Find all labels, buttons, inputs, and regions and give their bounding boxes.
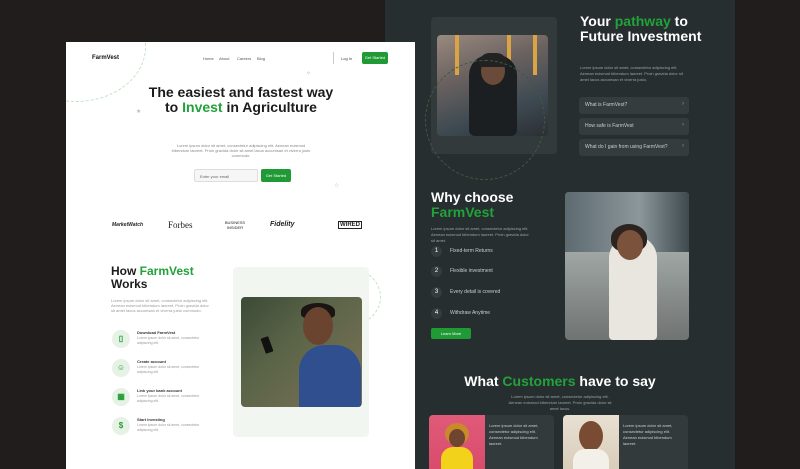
logo[interactable]: FarmVest (92, 55, 119, 61)
nav-about[interactable]: About (219, 56, 229, 61)
phone-icon: ▯ (112, 330, 130, 348)
faq-item[interactable]: What is FarmVest? › (579, 97, 689, 114)
testimonial-text: Lorem ipsum dolor sit amet, consectetur … (489, 423, 539, 446)
nav-blog[interactable]: Blog (257, 56, 265, 61)
email-input[interactable]: Enter your email (194, 169, 258, 182)
bank-icon: ▦ (112, 388, 130, 406)
step-desc: Lorem ipsum dolor sit amet, consectetur … (137, 336, 200, 345)
man-phone-photo (241, 297, 362, 407)
step-desc: Lorem ipsum dolor sit amet, consectetur … (137, 423, 200, 432)
customers-title: What Customers have to say (464, 373, 656, 389)
why-description: Lorem ipsum dolor sit amet, consectetur … (431, 226, 529, 243)
step-title: Link your bank account (137, 388, 182, 393)
step-title: Create account (137, 359, 166, 364)
nav-careers[interactable]: Careers (237, 56, 251, 61)
why-step: 4 Withdraw Anytime (431, 308, 490, 320)
decorative-circle (66, 42, 146, 102)
how-step: ▯ Download FarmVest Lorem ipsum dolor si… (112, 330, 252, 354)
hero-title: The easiest and fastest way to Invest in… (148, 84, 334, 115)
testimonial-text: Lorem ipsum dolor sit amet, consectetur … (623, 423, 673, 446)
how-description: Lorem ipsum dolor sit amet, consectetur … (111, 298, 209, 313)
nav-home[interactable]: Home (203, 56, 214, 61)
chevron-right-icon: › (682, 143, 684, 149)
testimonial-card: Lorem ipsum dolor sit amet, consectetur … (429, 415, 554, 469)
star-icon: ☆ (334, 183, 340, 189)
pathway-description: Lorem ipsum dolor sit amet, consectetur … (580, 65, 683, 82)
login-link[interactable]: Log In (341, 56, 352, 61)
hero-subtitle: Lorem ipsum dolor sit amet, consectetur … (171, 143, 311, 158)
woman-phone-photo (565, 192, 689, 340)
dollar-icon: $ (112, 417, 130, 435)
email-submit-button[interactable]: Get Started (261, 169, 291, 182)
why-title: Why choose FarmVest (431, 189, 514, 220)
why-step: 1 Fixed-term Returns (431, 246, 493, 258)
brand-fidelity: Fidelity (270, 221, 295, 228)
how-step: ☺ Create account Lorem ipsum dolor sit a… (112, 359, 252, 383)
brand-forbes: Forbes (168, 220, 193, 230)
brand-business-insider: BUSINESS INSIDER (224, 220, 246, 230)
faq-item[interactable]: What do I gain from using FarmVest? › (579, 139, 689, 156)
how-title: How FarmVest Works (111, 264, 194, 291)
stage: Your pathway to Future Investment Lorem … (0, 0, 800, 469)
star-icon: ✧ (306, 71, 312, 77)
testimonial-card: Lorem ipsum dolor sit amet, consectetur … (563, 415, 688, 469)
step-title: Download FarmVest (137, 330, 176, 335)
pathway-title: Your pathway to Future Investment (580, 13, 702, 44)
why-step: 3 Every detail is covered (431, 287, 500, 299)
dark-landing-page: Your pathway to Future Investment Lorem … (385, 0, 735, 469)
how-step: $ Start Investing Lorem ipsum dolor sit … (112, 417, 252, 441)
learn-more-button[interactable]: Learn More (431, 328, 471, 339)
white-landing-page: FarmVest Home About Careers Blog Log In … (66, 42, 415, 469)
star-icon: ★ (136, 109, 142, 115)
chevron-right-icon: › (682, 122, 684, 128)
faq-item[interactable]: How safe is FarmVest › (579, 118, 689, 135)
step-title: Start Investing (137, 417, 165, 422)
get-started-button[interactable]: Get Started (362, 52, 388, 64)
decorative-circle (425, 60, 545, 180)
brand-marketwatch: MarketWatch (112, 222, 144, 228)
how-step: ▦ Link your bank account Lorem ipsum dol… (112, 388, 252, 412)
step-desc: Lorem ipsum dolor sit amet, consectetur … (137, 365, 200, 374)
testimonial-photo (563, 415, 619, 469)
brand-wired: WIRED (338, 221, 362, 229)
step-desc: Lorem ipsum dolor sit amet, consectetur … (137, 394, 200, 403)
why-step: 2 Flexible investment (431, 266, 493, 278)
customers-description: Lorem ipsum dolor sit amet, consectetur … (508, 394, 612, 411)
chevron-right-icon: › (682, 101, 684, 107)
user-icon: ☺ (112, 359, 130, 377)
testimonial-photo (429, 415, 485, 469)
nav-divider (333, 52, 334, 64)
